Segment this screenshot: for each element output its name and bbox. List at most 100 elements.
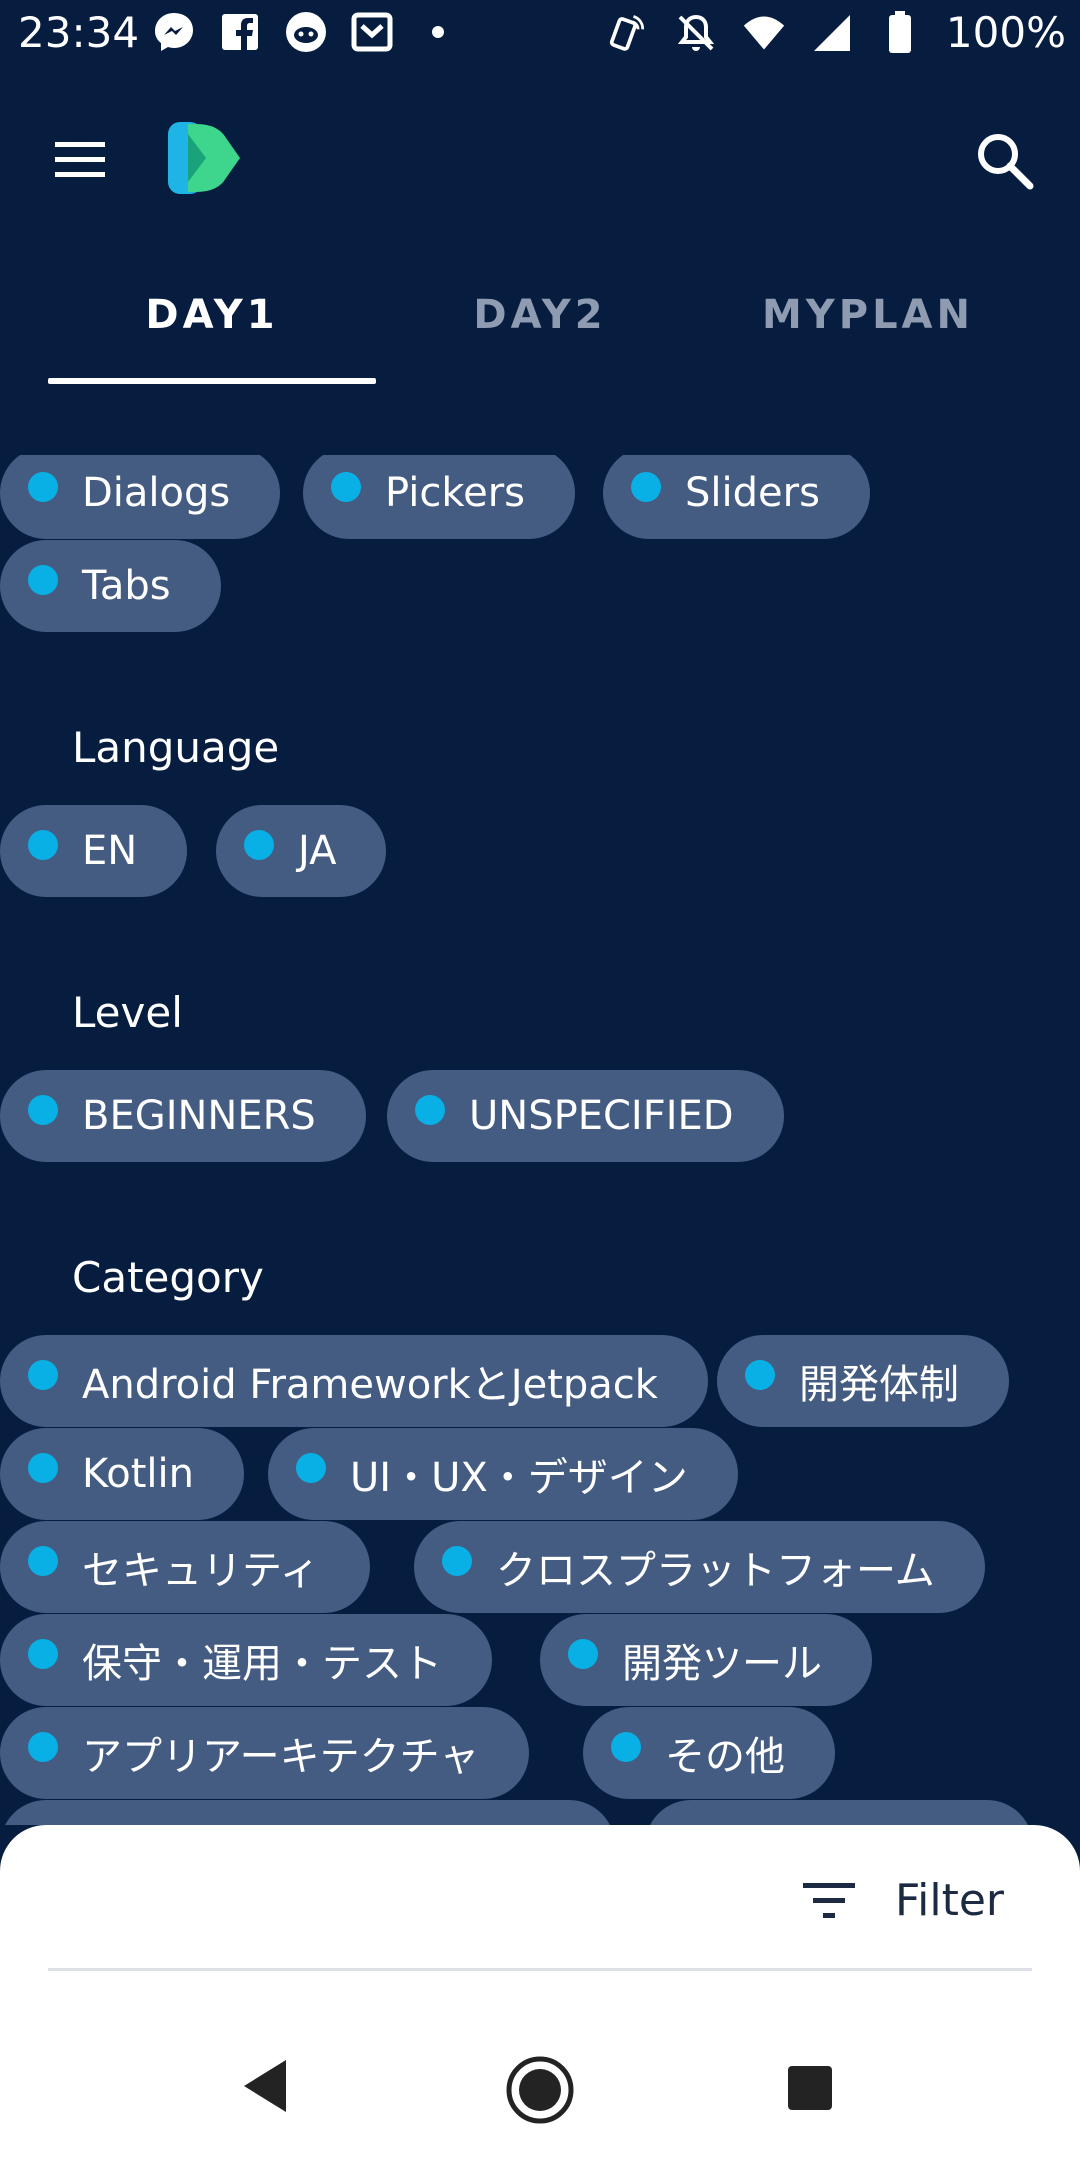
chip-dot	[611, 1732, 641, 1762]
chip-unspecified[interactable]: UNSPECIFIED	[387, 1070, 784, 1162]
chip-hidden-row	[645, 1800, 1033, 1825]
divider	[48, 1968, 1032, 1971]
home-button[interactable]	[505, 2055, 575, 2129]
filter-icon	[803, 1882, 856, 1918]
cellular-icon	[810, 11, 854, 55]
chip-label: 開発ツール	[622, 1641, 822, 1687]
chip-kotlin[interactable]: Kotlin	[0, 1428, 244, 1520]
system-nav-bar	[0, 2030, 1080, 2140]
battery-icon	[878, 10, 922, 55]
status-bar: 23:34 100%	[0, 0, 1080, 72]
chip-sliders[interactable]: Sliders	[603, 455, 870, 539]
chip-tabs[interactable]: Tabs	[0, 540, 221, 632]
chip-dot	[28, 830, 58, 860]
facebook-icon	[218, 10, 262, 54]
chip-dot	[28, 1453, 58, 1483]
recents-icon	[788, 2066, 832, 2110]
chip-label: EN	[82, 828, 138, 874]
tab-day1[interactable]: DAY1	[48, 260, 376, 384]
messenger-icon	[152, 10, 196, 54]
back-icon	[244, 2060, 286, 2112]
chip-dev-tools[interactable]: 開発ツール	[540, 1614, 872, 1706]
chip-hidden-row	[0, 1800, 615, 1825]
chip-dialogs[interactable]: Dialogs	[0, 455, 281, 539]
dot-icon	[416, 10, 460, 54]
chip-label: Pickers	[385, 470, 525, 516]
notification-icons	[152, 10, 460, 54]
system-status-icons: 100%	[606, 8, 1066, 57]
chip-dot	[28, 1095, 58, 1125]
chip-android-framework[interactable]: Android FrameworkとJetpack	[0, 1335, 708, 1427]
recents-button[interactable]	[786, 2064, 834, 2116]
tab-indicator	[48, 378, 376, 384]
chip-label: BEGINNERS	[82, 1093, 316, 1139]
app-bar	[0, 100, 1080, 220]
chip-security[interactable]: セキュリティ	[0, 1521, 370, 1613]
chip-label: Kotlin	[82, 1451, 194, 1497]
tab-myplan[interactable]: MYPLAN	[704, 260, 1032, 384]
menu-button[interactable]	[50, 130, 120, 190]
chip-dot	[296, 1453, 326, 1483]
chip-dot	[745, 1360, 775, 1390]
battery-percent: 100%	[945, 8, 1066, 57]
section-title-level: Level	[72, 988, 183, 1037]
hamburger-menu-icon	[55, 142, 105, 177]
filter-list[interactable]: Dialogs Pickers Sliders Tabs Language EN…	[0, 455, 1080, 1825]
section-title-language: Language	[72, 723, 280, 772]
chip-en[interactable]: EN	[0, 805, 188, 897]
chip-dot	[28, 1732, 58, 1762]
chip-maintenance-testing[interactable]: 保守・運用・テスト	[0, 1614, 492, 1706]
chip-label: Dialogs	[82, 470, 231, 516]
chip-dot	[28, 1546, 58, 1576]
chip-label: Sliders	[685, 470, 820, 516]
cast-phone-icon	[606, 11, 650, 55]
chip-app-architecture[interactable]: アプリアーキテクチャ	[0, 1707, 530, 1799]
home-icon	[506, 2056, 574, 2124]
chip-dev-structure[interactable]: 開発体制	[717, 1335, 1009, 1427]
chip-dot	[28, 1360, 58, 1390]
chip-dot	[28, 1639, 58, 1669]
bell-off-icon	[674, 11, 718, 55]
status-time: 23:34	[18, 8, 140, 57]
tab-day2[interactable]: DAY2	[376, 260, 704, 384]
chip-dot	[331, 472, 361, 502]
chip-label: その他	[665, 1734, 785, 1780]
chip-label: Android FrameworkとJetpack	[82, 1362, 658, 1408]
chip-label: セキュリティ	[82, 1548, 320, 1594]
chip-ui-ux-design[interactable]: UI・UX・デザイン	[268, 1428, 738, 1520]
chip-dot	[415, 1095, 445, 1125]
reddit-icon	[284, 10, 328, 54]
chip-ja[interactable]: JA	[216, 805, 387, 897]
chip-dot	[568, 1639, 598, 1669]
chip-dot	[28, 472, 58, 502]
chip-dot	[28, 565, 58, 595]
day-tabs: DAY1 DAY2 MYPLAN	[48, 260, 1032, 384]
chip-pickers[interactable]: Pickers	[303, 455, 575, 539]
pocket-icon	[350, 10, 394, 54]
chip-label: アプリアーキテクチャ	[82, 1734, 480, 1780]
back-button[interactable]	[240, 2058, 290, 2118]
wifi-icon	[742, 11, 786, 55]
chip-other[interactable]: その他	[583, 1707, 835, 1799]
tab-label: DAY1	[145, 292, 279, 338]
chip-label: クロスプラットフォーム	[496, 1548, 935, 1594]
chip-beginners[interactable]: BEGINNERS	[0, 1070, 366, 1162]
chip-label: 開発体制	[799, 1362, 959, 1408]
search-button[interactable]	[970, 126, 1040, 196]
chip-label: UI・UX・デザイン	[350, 1455, 688, 1501]
tab-label: MYPLAN	[761, 292, 974, 338]
chip-dot	[442, 1546, 472, 1576]
filter-label: Filter	[895, 1875, 1004, 1926]
filter-button[interactable]: Filter	[801, 1875, 1004, 1926]
tab-label: DAY2	[473, 292, 607, 338]
chip-label: 保守・運用・テスト	[82, 1641, 442, 1687]
chip-label: Tabs	[82, 563, 171, 609]
chip-cross-platform[interactable]: クロスプラットフォーム	[414, 1521, 985, 1613]
section-title-category: Category	[72, 1253, 264, 1302]
search-icon	[978, 134, 1034, 190]
chip-dot	[631, 472, 661, 502]
app-logo-icon	[166, 118, 246, 198]
chip-dot	[244, 830, 274, 860]
chip-label: UNSPECIFIED	[469, 1093, 734, 1139]
chip-label: JA	[298, 828, 337, 874]
